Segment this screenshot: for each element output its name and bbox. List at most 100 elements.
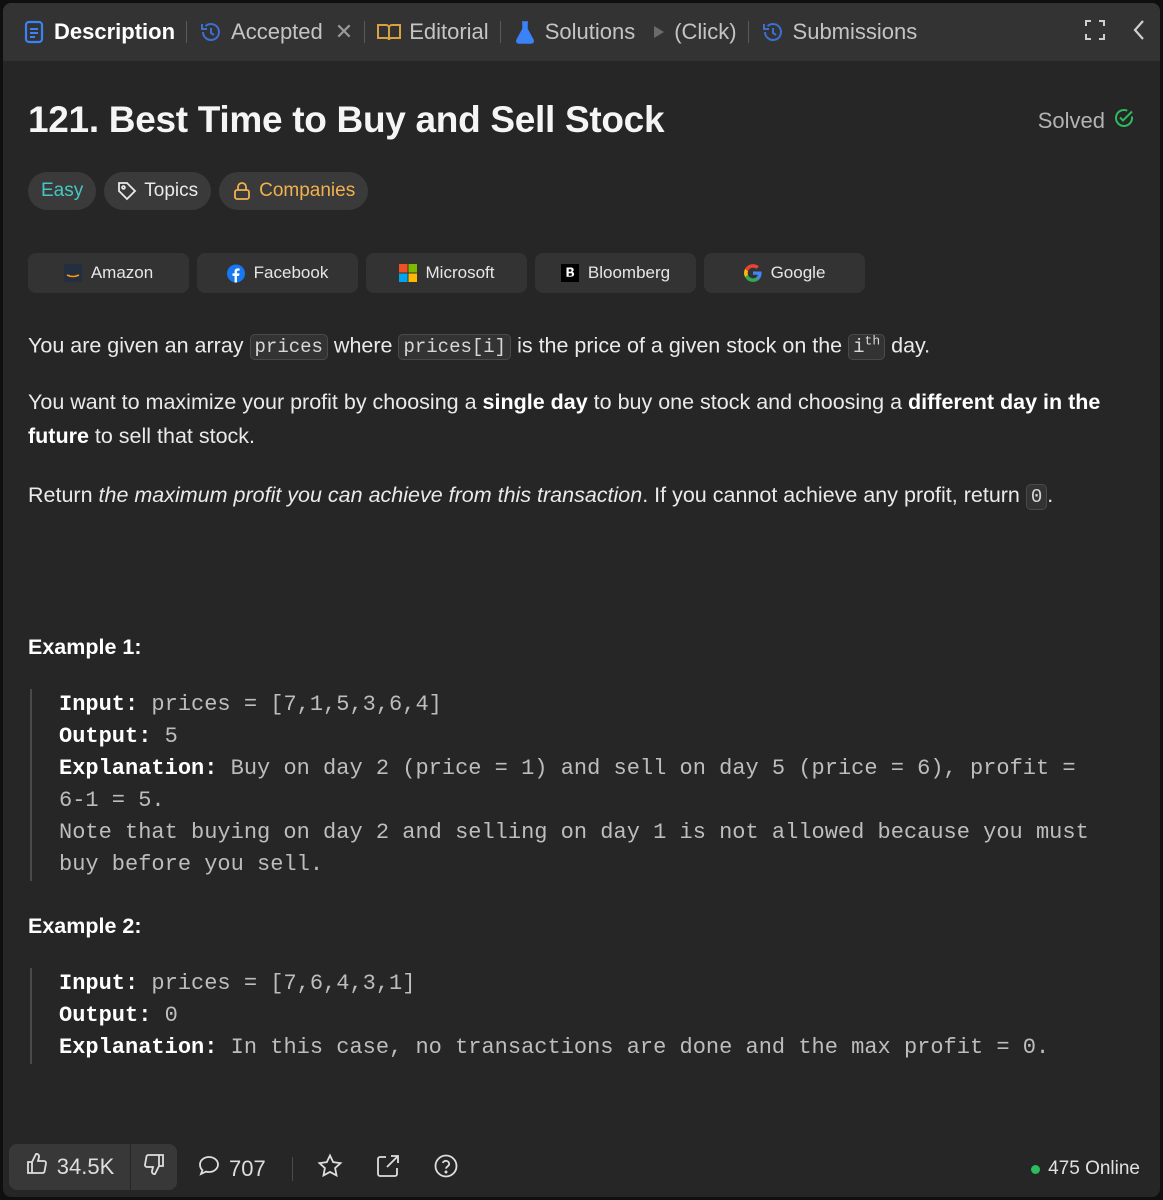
tab-editorial[interactable]: Editorial — [376, 3, 489, 61]
tab-label: Editorial — [409, 19, 489, 44]
example-line: Input: prices = [7,1,5,3,6,4] — [59, 689, 1135, 721]
label: Output: — [59, 724, 152, 749]
example-line: buy before you sell. — [59, 852, 324, 877]
tab-accepted[interactable]: Accepted ✕ — [198, 3, 353, 61]
tab-description[interactable]: Description — [21, 3, 175, 61]
likes-count: 34.5K — [56, 1154, 115, 1179]
text: to buy one stock and choosing a — [587, 390, 909, 414]
star-icon — [317, 1153, 343, 1185]
superscript: th — [864, 334, 881, 349]
example-line: Output: 0 — [59, 1000, 1135, 1032]
description-icon — [21, 19, 47, 45]
text: You are given an array — [28, 333, 250, 358]
page-title: 121. Best Time to Buy and Sell Stock — [28, 99, 665, 140]
thumbs-up-icon — [25, 1152, 49, 1182]
online-status: 475 Online — [1031, 1141, 1140, 1197]
description-paragraph: Return the maximum profit you can achiev… — [28, 478, 1135, 514]
tab-label: Accepted — [231, 19, 323, 44]
text: where — [327, 333, 399, 358]
comments-button[interactable]: 707 — [197, 1141, 266, 1197]
inline-code: 0 — [1025, 484, 1048, 510]
tab-divider — [364, 21, 366, 43]
thumbs-down-icon — [142, 1152, 166, 1182]
tab-submissions[interactable]: Submissions — [760, 3, 918, 61]
inline-code: prices[i] — [398, 334, 512, 361]
close-icon[interactable]: ✕ — [335, 19, 353, 45]
tab-label: Solutions — [544, 19, 636, 44]
companies-button[interactable]: Companies — [219, 172, 369, 210]
comments-count: 707 — [229, 1156, 266, 1181]
expand-icon[interactable] — [1084, 19, 1106, 46]
topics-label: Topics — [144, 180, 199, 201]
value: In this case, no transactions are done a… — [217, 1035, 1050, 1060]
microsoft-logo-icon — [398, 264, 417, 282]
flask-icon — [512, 19, 538, 45]
difficulty-badge: Easy — [28, 172, 97, 210]
text: You want to maximize your profit by choo… — [28, 390, 483, 414]
tag-icon — [117, 181, 137, 201]
company-amazon[interactable]: Amazon — [28, 253, 189, 293]
example-line: Explanation: In this case, no transactio… — [59, 1032, 1135, 1064]
tab-solutions[interactable]: Solutions — [512, 3, 636, 61]
company-google[interactable]: Google — [704, 253, 865, 293]
vote-group: 34.5K — [9, 1144, 177, 1190]
example-line: Output: 5 — [59, 721, 1135, 753]
footer-divider — [292, 1141, 293, 1197]
example-line: Note that buying on day 2 and selling on… — [59, 820, 1089, 845]
company-label: Amazon — [90, 263, 154, 282]
tab-label: Submissions — [792, 19, 918, 44]
chevron-left-icon[interactable] — [1132, 19, 1146, 46]
companies-label: Companies — [259, 180, 356, 201]
inline-code: prices — [249, 334, 328, 361]
example-line: 6-1 = 5. — [59, 788, 165, 813]
tab-click[interactable]: (Click) — [651, 3, 737, 61]
history-icon — [198, 19, 224, 45]
value: prices = [7,6,4,3,1] — [138, 971, 416, 996]
favorite-button[interactable] — [317, 1141, 343, 1197]
tab-label: (Click) — [674, 19, 737, 44]
upvote-button[interactable]: 34.5K — [9, 1144, 130, 1190]
online-count: 475 Online — [1048, 1158, 1140, 1179]
example-line: Input: prices = [7,6,4,3,1] — [59, 968, 1135, 1000]
value: prices = [7,1,5,3,6,4] — [138, 692, 442, 717]
company-microsoft[interactable]: Microsoft — [366, 253, 527, 293]
text: . If you cannot achieve any profit, retu… — [642, 483, 1026, 507]
share-icon — [375, 1153, 401, 1185]
tag-pills: Easy Topics Companies — [28, 172, 369, 210]
value: Buy on day 2 (price = 1) and sell on day… — [217, 756, 1076, 781]
lock-icon — [232, 181, 252, 201]
example-block: Input: prices = [7,6,4,3,1] Output: 0 Ex… — [30, 968, 1135, 1064]
downvote-button[interactable] — [131, 1144, 177, 1190]
company-facebook[interactable]: Facebook — [197, 253, 358, 293]
company-label: Google — [770, 263, 826, 282]
label: Input: — [59, 971, 139, 996]
inline-code: ith — [848, 334, 886, 361]
problem-panel: Description Accepted ✕ Editorial Solutio… — [3, 3, 1160, 1197]
history-icon — [760, 19, 786, 45]
bottom-bar: 34.5K 707 475 Online — [3, 1141, 1160, 1197]
question-circle-icon — [433, 1153, 459, 1185]
tab-label: Description — [54, 19, 176, 44]
italic-text: the maximum profit you can achieve from … — [98, 483, 643, 507]
play-icon — [651, 19, 667, 45]
company-tags: Amazon Facebook Microsoft Bloomberg Goog… — [28, 253, 865, 293]
google-logo-icon — [743, 264, 762, 282]
tab-divider — [186, 21, 188, 43]
value: 0 — [151, 1003, 178, 1028]
check-circle-icon — [1113, 107, 1135, 135]
share-button[interactable] — [375, 1141, 401, 1197]
topics-button[interactable]: Topics — [104, 172, 212, 210]
tab-divider — [747, 21, 749, 43]
tabbar-actions — [1084, 3, 1146, 61]
label: Explanation: — [59, 1035, 218, 1060]
text: is the price of a given stock on the — [511, 333, 849, 358]
book-icon — [376, 19, 402, 45]
company-bloomberg[interactable]: Bloomberg — [535, 253, 696, 293]
solved-label: Solved — [1037, 108, 1105, 133]
comment-icon — [197, 1154, 221, 1184]
help-button[interactable] — [433, 1141, 459, 1197]
example-block: Input: prices = [7,1,5,3,6,4] Output: 5 … — [30, 689, 1135, 881]
company-label: Facebook — [253, 263, 329, 282]
description-paragraph: You are given an array prices where pric… — [28, 325, 1135, 364]
text: day. — [885, 333, 931, 358]
